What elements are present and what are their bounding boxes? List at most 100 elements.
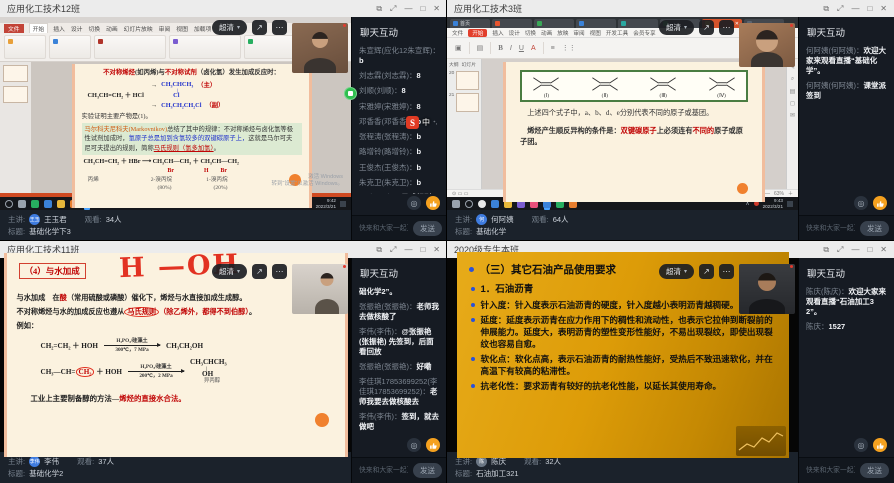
like-icon[interactable]	[873, 196, 887, 210]
chat-input[interactable]	[357, 466, 410, 475]
taskbar-start-icon[interactable]	[18, 200, 26, 208]
slide-thumbnail[interactable]	[456, 93, 479, 112]
wps-doc-tab[interactable]	[618, 19, 658, 28]
italic-icon[interactable]: I	[510, 45, 512, 52]
sogou-ime-indicator[interactable]: S 中 ⁺,	[406, 116, 437, 129]
fullscreen-icon[interactable]: ⤢	[390, 246, 396, 254]
paste-icon[interactable]: ▣	[455, 44, 462, 52]
share-button[interactable]: ↗	[699, 264, 714, 279]
menu-item[interactable]: 插入	[492, 29, 503, 37]
more-button[interactable]: ⋯	[719, 264, 734, 279]
send-button[interactable]: 发送	[860, 221, 889, 236]
chat-input[interactable]	[357, 224, 410, 233]
maximize-button[interactable]: □	[420, 5, 425, 13]
emoji-icon[interactable]: ◎	[854, 438, 868, 452]
side-tool-icon[interactable]: ◻	[790, 100, 795, 107]
taskbar-search-icon[interactable]	[5, 200, 13, 208]
menu-item[interactable]: 会员专享	[633, 29, 655, 37]
wps-home-tab[interactable]: 首页	[450, 19, 490, 28]
taskbar-browser-icon[interactable]	[44, 200, 52, 208]
taskbar-start-icon[interactable]	[452, 200, 460, 208]
webcam-close-dot[interactable]	[343, 24, 346, 27]
font-color-icon[interactable]: A	[531, 45, 536, 52]
emoji-icon[interactable]: ◎	[407, 196, 421, 210]
send-button[interactable]: 发送	[413, 463, 442, 478]
ribbon-group[interactable]	[94, 35, 166, 59]
taskbar-folder-icon[interactable]	[57, 200, 65, 208]
ppt-tab-home[interactable]: 开始	[30, 24, 48, 33]
sogou-icon[interactable]: S	[406, 116, 419, 129]
pip-icon[interactable]: ⧉	[823, 5, 829, 13]
webcam-thumbnail[interactable]	[739, 264, 795, 314]
ribbon-group[interactable]	[49, 35, 91, 59]
bold-icon[interactable]: B	[498, 44, 503, 52]
emoji-icon[interactable]: ◎	[407, 438, 421, 452]
close-button[interactable]: ✕	[880, 246, 887, 254]
ppt-tab-animations[interactable]: 动画	[106, 24, 118, 33]
ppt-tab-insert[interactable]: 插入	[53, 24, 65, 33]
menu-item[interactable]: 切换	[525, 29, 536, 37]
taskbar-browser-icon[interactable]	[491, 200, 499, 208]
close-button[interactable]: ✕	[880, 5, 887, 13]
close-button[interactable]: ✕	[433, 5, 440, 13]
align-icon[interactable]: ≡	[551, 45, 555, 52]
slides-tab[interactable]: 幻灯片	[462, 61, 476, 68]
taskbar-app-icon[interactable]	[31, 200, 39, 208]
webcam-thumbnail[interactable]	[292, 264, 348, 314]
taskbar-clock[interactable]: 9:43 2022/3/21	[763, 198, 783, 209]
tray-notification-icon[interactable]	[787, 201, 793, 207]
more-button[interactable]: ⋯	[272, 20, 287, 35]
ppt-tab-slideshow[interactable]: 幻灯片放映	[124, 24, 153, 33]
webcam-close-dot[interactable]	[343, 265, 346, 268]
wps-doc-tab[interactable]	[534, 19, 574, 28]
webcam-thumbnail[interactable]	[292, 23, 348, 73]
like-icon[interactable]	[426, 196, 440, 210]
share-button[interactable]: ↗	[252, 264, 267, 279]
pip-icon[interactable]: ⧉	[823, 246, 829, 254]
ribbon-group[interactable]	[169, 35, 241, 59]
slide-thumbnail-panel[interactable]	[0, 62, 32, 193]
fullscreen-icon[interactable]: ⤢	[837, 5, 843, 13]
taskbar-app-icon[interactable]	[478, 200, 486, 208]
more-button[interactable]: ⋯	[719, 20, 734, 35]
pip-icon[interactable]: ⧉	[376, 5, 382, 13]
menu-item[interactable]: 开发工具	[606, 29, 628, 37]
ppt-tab-view[interactable]: 视图	[176, 24, 188, 33]
ppt-tab-addins[interactable]: 加载项	[194, 24, 211, 33]
more-button[interactable]: ⋯	[272, 264, 287, 279]
webcam-thumbnail[interactable]	[739, 23, 795, 67]
like-icon[interactable]	[873, 438, 887, 452]
menu-item[interactable]: 放映	[557, 29, 568, 37]
zoom-in-icon[interactable]: ＋	[788, 190, 793, 197]
minimize-button[interactable]: —	[851, 246, 859, 254]
wps-doc-tab[interactable]	[492, 19, 532, 28]
chat-input[interactable]	[804, 466, 857, 475]
webcam-close-dot[interactable]	[790, 24, 793, 27]
slide-thumbnail[interactable]	[456, 71, 479, 90]
close-button[interactable]: ✕	[433, 246, 440, 254]
maximize-button[interactable]: □	[867, 246, 872, 254]
taskbar-clock[interactable]: 9:42 2022/3/21	[316, 198, 336, 209]
ppt-tab-design[interactable]: 设计	[71, 24, 83, 33]
minimize-button[interactable]: —	[851, 5, 859, 13]
ppt-tab-file[interactable]: 文件	[4, 24, 24, 33]
pip-icon[interactable]: ⧉	[376, 246, 382, 254]
outline-tab[interactable]: 大纲	[449, 61, 459, 68]
fullscreen-icon[interactable]: ⤢	[837, 246, 843, 254]
side-tool-icon[interactable]: ✉	[790, 112, 795, 119]
send-button[interactable]: 发送	[413, 221, 442, 236]
new-slide-icon[interactable]: ▤	[477, 44, 484, 52]
zoom-out-icon[interactable]: —	[765, 191, 770, 197]
floating-assistant-icon[interactable]	[344, 87, 357, 100]
quality-button[interactable]: 超清▾	[212, 264, 247, 279]
side-tool-icon[interactable]: ▤	[790, 88, 796, 95]
menu-item-home[interactable]: 开始	[468, 29, 487, 37]
underline-icon[interactable]: U	[519, 45, 524, 52]
chat-message-list[interactable]: 何阿姨(何阿姨)：欢迎大家来观看直播“基础化学”。 何阿姨(何阿姨)：课堂派签到	[799, 44, 894, 194]
maximize-button[interactable]: □	[867, 5, 872, 13]
minimize-button[interactable]: —	[404, 246, 412, 254]
webcam-close-dot[interactable]	[790, 265, 793, 268]
emoji-icon[interactable]: ◎	[854, 196, 868, 210]
menu-item[interactable]: 视图	[590, 29, 601, 37]
list-icon[interactable]: ⋮⋮	[562, 44, 576, 52]
